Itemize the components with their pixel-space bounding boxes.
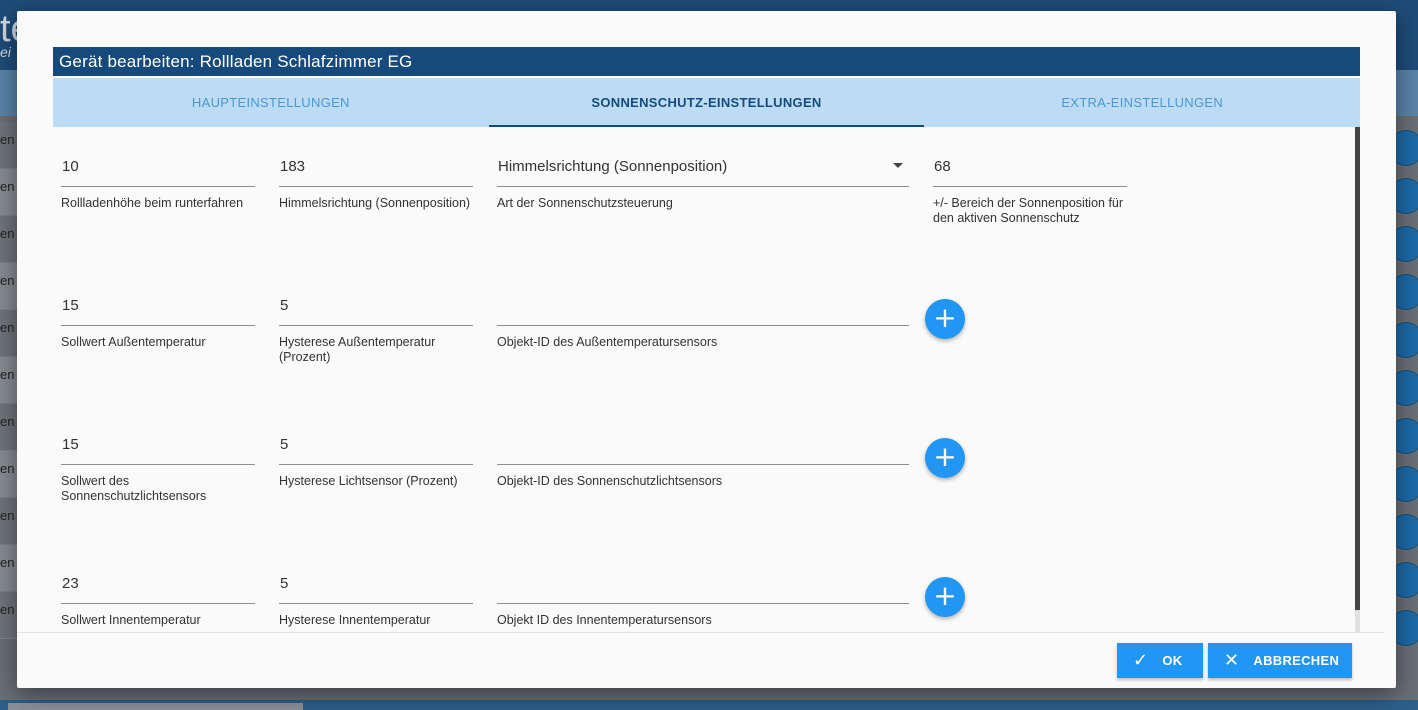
tab-extra-settings[interactable]: EXTRA-EINSTELLUNGEN — [924, 78, 1360, 127]
sun-direction-label: Himmelsrichtung (Sonnenposition) — [279, 196, 471, 210]
outdoor-temp-hysteresis-input[interactable]: 5 — [279, 281, 473, 326]
control-type-label: Art der Sonnenschutzsteuerung — [497, 196, 673, 210]
background-footer-tab — [8, 703, 303, 710]
ok-button[interactable]: ✓ OK — [1117, 643, 1203, 678]
sun-range-input[interactable]: 68 — [933, 142, 1127, 187]
indoor-temp-hysteresis-field: 5 Hysterese Innentemperatur — [279, 559, 473, 628]
light-sensor-object-field: Objekt-ID des Sonnenschutzlichtsensors — [497, 420, 909, 489]
chevron-down-icon[interactable] — [893, 163, 903, 168]
content-scrollbar[interactable] — [1355, 127, 1360, 632]
add-light-sensor-button[interactable]: + — [925, 438, 965, 478]
light-sensor-hysteresis-field: 5 Hysterese Lichtsensor (Prozent) — [279, 420, 473, 489]
indoor-temp-object-field: Objekt ID des Innentemperatursensors — [497, 559, 909, 628]
outdoor-temp-setpoint-field: 15 Sollwert Außentemperatur — [61, 281, 255, 350]
indoor-temp-object-input[interactable] — [497, 559, 909, 604]
light-sensor-setpoint-label: Sollwert des Sonnenschutzlichtsensors — [61, 474, 207, 503]
close-icon: ✕ — [1224, 650, 1240, 671]
tab-main-settings[interactable]: HAUPTEINSTELLUNGEN — [53, 78, 489, 127]
outdoor-temp-object-field: Objekt-ID des Außentemperatursensors — [497, 281, 909, 350]
background-subtitle: ei — [0, 44, 11, 60]
add-indoor-sensor-button[interactable]: + — [925, 577, 965, 617]
cancel-button[interactable]: ✕ ABBRECHEN — [1208, 643, 1352, 678]
footer-divider — [17, 632, 1384, 633]
check-icon: ✓ — [1133, 650, 1149, 671]
settings-form: 10 Rollladenhöhe beim runterfahren 183 H… — [53, 127, 1360, 632]
indoor-temp-hysteresis-label: Hysterese Innentemperatur — [279, 613, 431, 627]
blind-height-label: Rollladenhöhe beim runterfahren — [61, 196, 244, 210]
light-sensor-hysteresis-input[interactable]: 5 — [279, 420, 473, 465]
add-outdoor-sensor-button[interactable]: + — [925, 299, 965, 339]
light-sensor-setpoint-field: 15 Sollwert des Sonnenschutzlichtsensors — [61, 420, 255, 504]
indoor-temp-setpoint-input[interactable]: 23 — [61, 559, 255, 604]
blind-height-field: 10 Rollladenhöhe beim runterfahren — [61, 142, 255, 211]
outdoor-temp-object-input[interactable] — [497, 281, 909, 326]
sun-direction-input[interactable]: 183 — [279, 142, 473, 187]
light-sensor-object-label: Objekt-ID des Sonnenschutzlichtsensors — [497, 474, 723, 488]
sun-range-field: 68 +/- Bereich der Sonnenposition für de… — [933, 142, 1127, 226]
light-sensor-hysteresis-label: Hysterese Lichtsensor (Prozent) — [279, 474, 458, 488]
control-type-value: Himmelsrichtung (Sonnenposition) — [498, 158, 728, 175]
tab-bar: HAUPTEINSTELLUNGEN SONNENSCHUTZ-EINSTELL… — [53, 78, 1360, 127]
plus-icon: + — [933, 301, 957, 334]
indoor-temp-object-label: Objekt ID des Innentemperatursensors — [497, 613, 712, 627]
plus-icon: + — [933, 579, 957, 612]
outdoor-temp-object-label: Objekt-ID des Außentemperatursensors — [497, 335, 718, 349]
outdoor-temp-hysteresis-label: Hysterese Außentemperatur (Prozent) — [279, 335, 436, 364]
edit-device-dialog: Gerät bearbeiten: Rollladen Schlafzimmer… — [17, 11, 1396, 688]
plus-icon: + — [933, 440, 957, 473]
ok-button-label: OK — [1162, 653, 1183, 668]
outdoor-temp-setpoint-label: Sollwert Außentemperatur — [61, 335, 206, 349]
sun-direction-field: 183 Himmelsrichtung (Sonnenposition) — [279, 142, 473, 211]
blind-height-input[interactable]: 10 — [61, 142, 255, 187]
indoor-temp-hysteresis-input[interactable]: 5 — [279, 559, 473, 604]
control-type-field: Himmelsrichtung (Sonnenposition) Art der… — [497, 142, 909, 211]
scrollbar-thumb[interactable] — [1355, 127, 1360, 610]
outdoor-temp-setpoint-input[interactable]: 15 — [61, 281, 255, 326]
indoor-temp-setpoint-field: 23 Sollwert Innentemperatur — [61, 559, 255, 628]
light-sensor-object-input[interactable] — [497, 420, 909, 465]
tab-sun-protection-settings[interactable]: SONNENSCHUTZ-EINSTELLUNGEN — [488, 78, 925, 127]
dialog-title: Gerät bearbeiten: Rollladen Schlafzimmer… — [53, 47, 1360, 76]
indoor-temp-setpoint-label: Sollwert Innentemperatur — [61, 613, 201, 627]
control-type-select[interactable]: Himmelsrichtung (Sonnenposition) — [497, 142, 909, 187]
light-sensor-setpoint-input[interactable]: 15 — [61, 420, 255, 465]
outdoor-temp-hysteresis-field: 5 Hysterese Außentemperatur (Prozent) — [279, 281, 473, 365]
sun-range-label: +/- Bereich der Sonnenposition für den a… — [933, 196, 1124, 225]
cancel-button-label: ABBRECHEN — [1253, 653, 1340, 668]
